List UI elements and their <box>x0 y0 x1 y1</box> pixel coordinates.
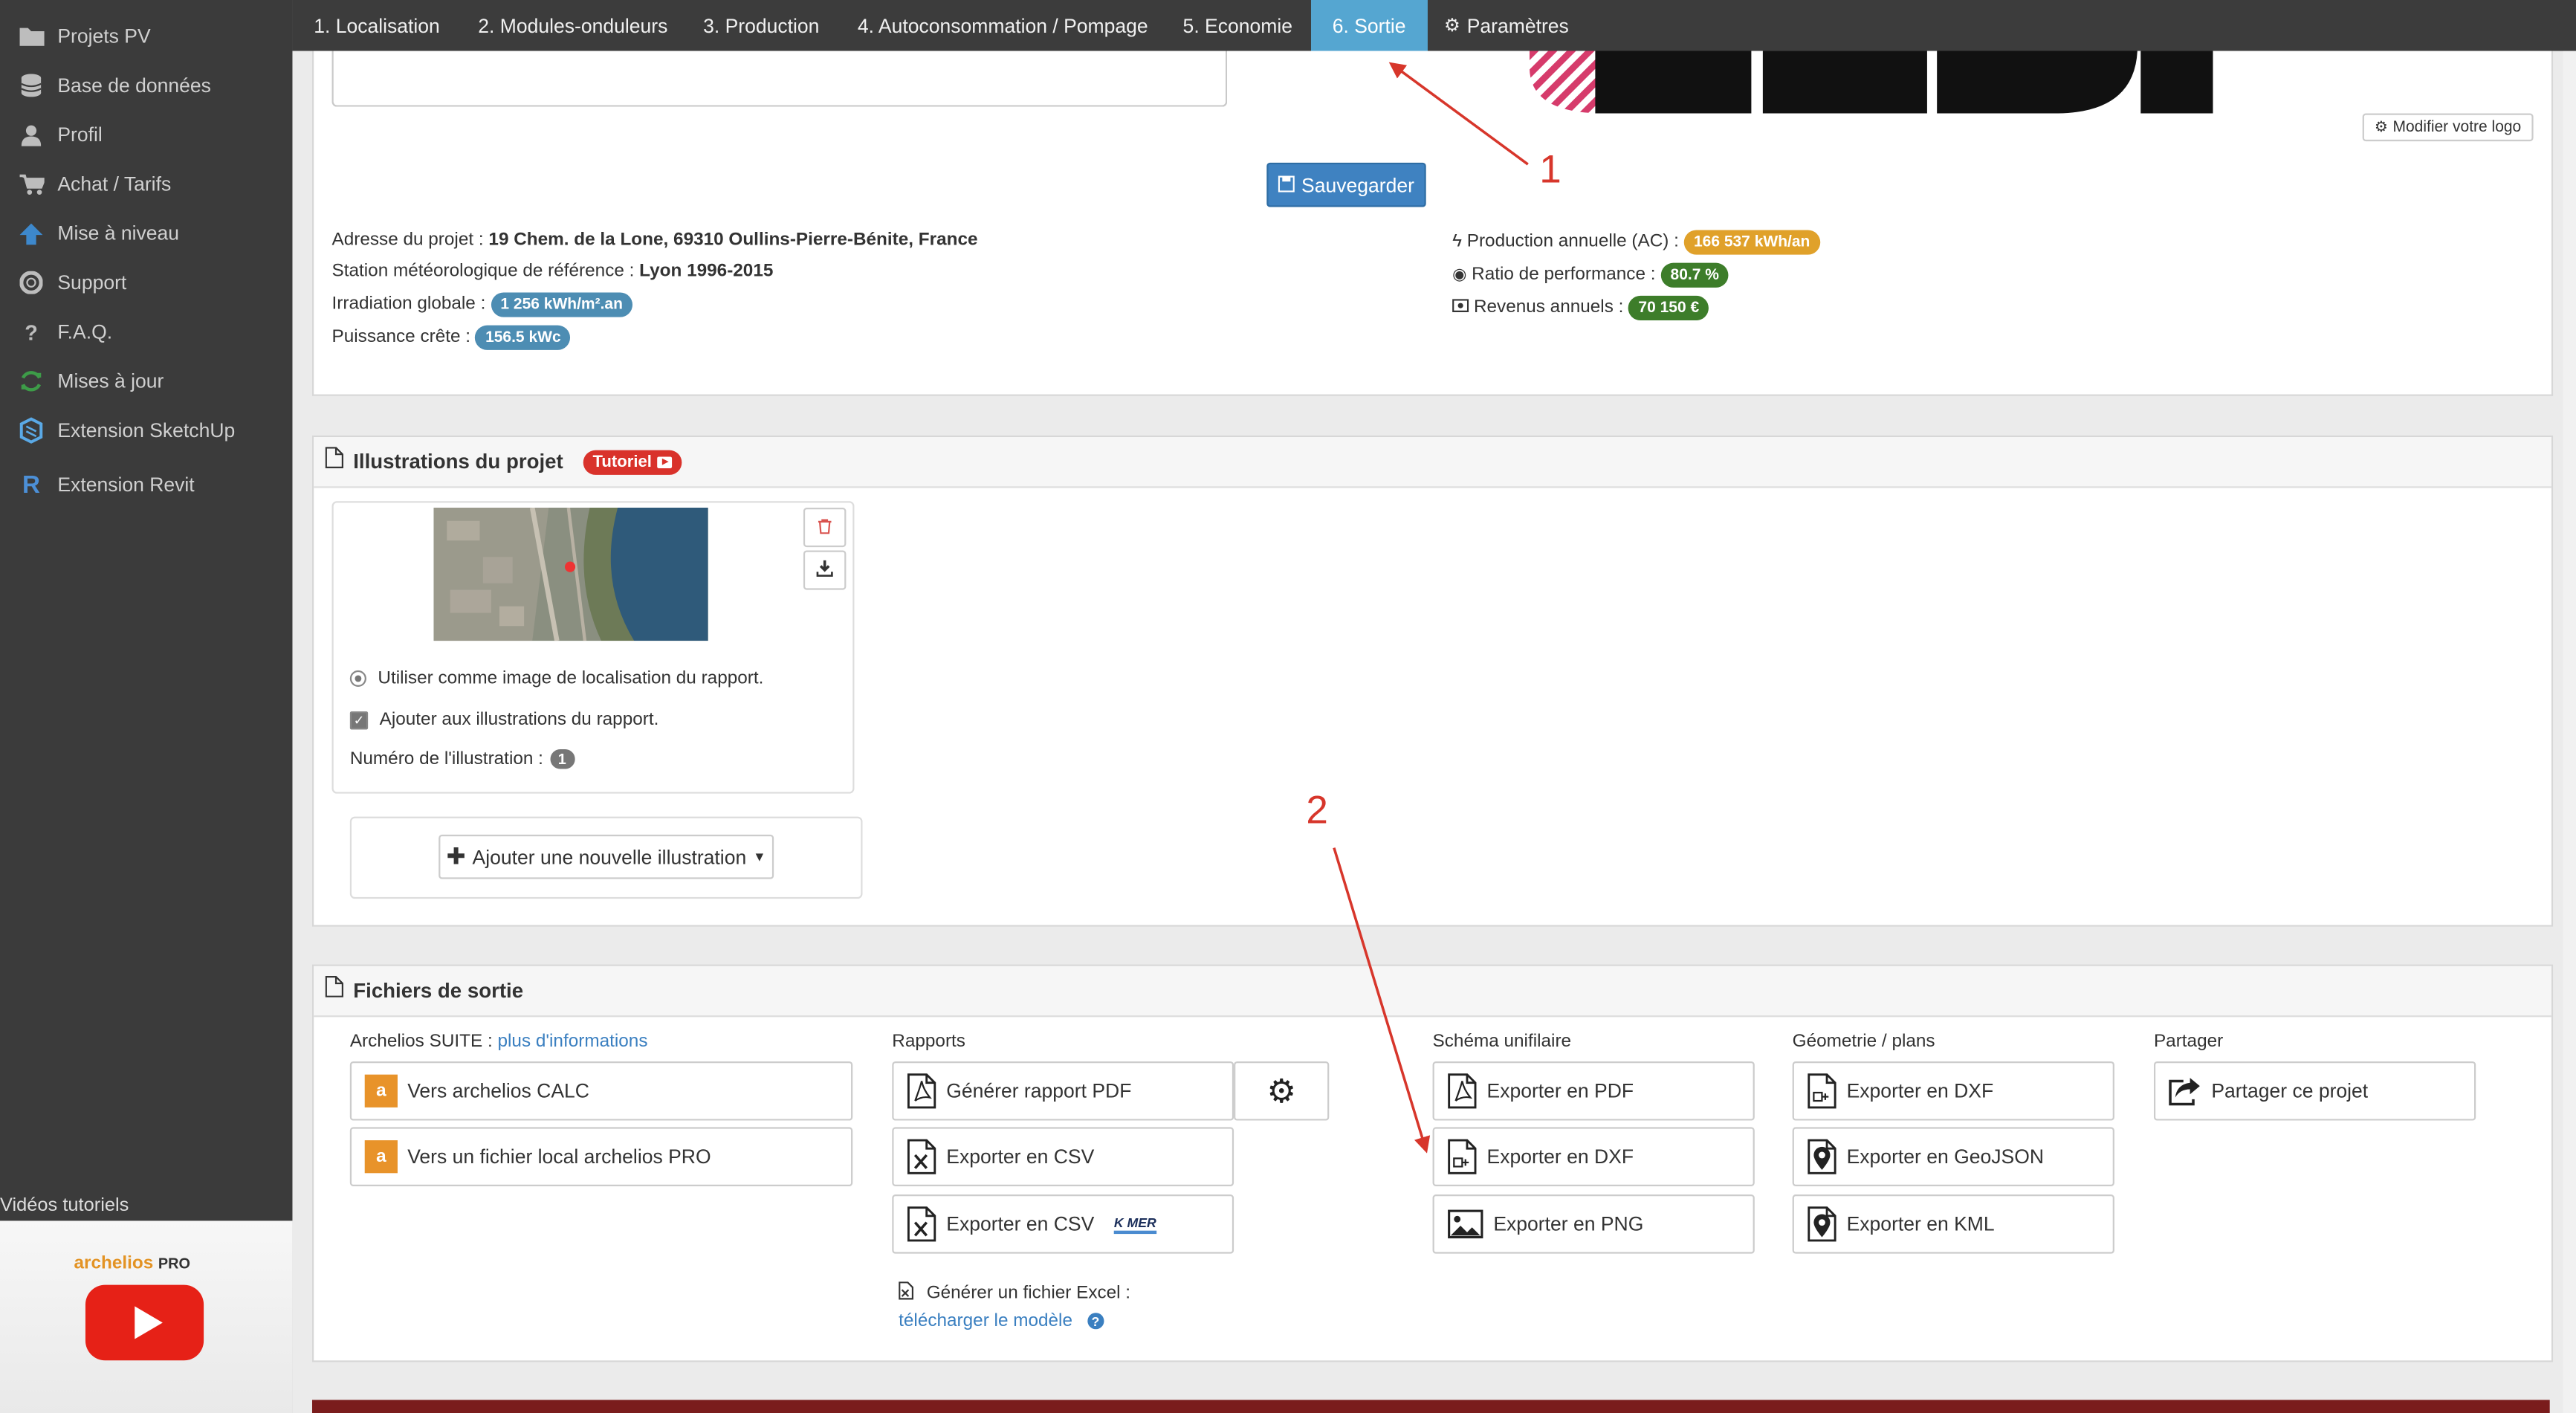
annotation-arrows <box>1333 62 1529 1154</box>
annotation-label-2: 2 <box>1306 789 1328 833</box>
arrow-2 <box>1333 847 1431 1154</box>
app-window: Projets PV Base de données Profil Achat … <box>0 0 2576 1413</box>
annotation-label-1: 1 <box>1539 147 1562 193</box>
arrow-1 <box>1388 62 1529 166</box>
